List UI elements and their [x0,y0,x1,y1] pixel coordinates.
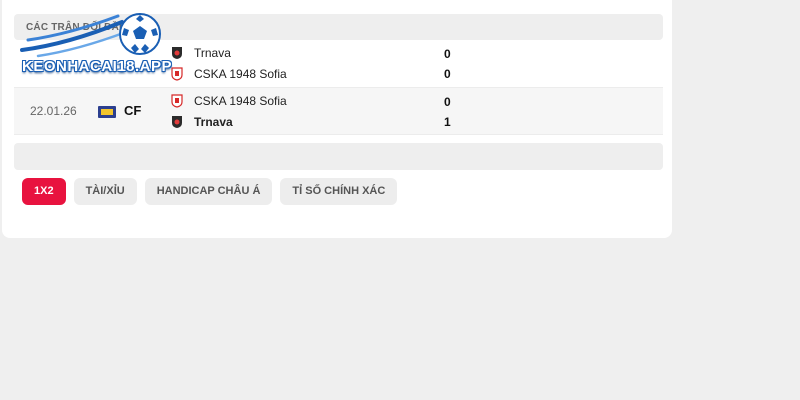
soccer-ball-icon [119,13,161,55]
trnava-crest-icon [172,116,182,128]
cska-crest-icon [171,67,183,81]
empty-section-bar [14,143,663,170]
home-team: CSKA 1948 Sofia [170,91,287,111]
home-team: Trnava [170,43,231,63]
competition-code: CF [124,103,142,118]
team-name: CSKA 1948 Sofia [194,67,287,81]
team-name: Trnava [194,115,233,129]
site-logo: KEONHACAI18.APP [18,10,172,80]
cska-crest-icon [171,94,183,108]
tab-correct-score[interactable]: TỈ SỐ CHÍNH XÁC [280,178,398,205]
away-team: CSKA 1948 Sofia [170,64,287,84]
odds-tabs: 1X2 TÀI/XỈU HANDICAP CHÂU Á TỈ SỐ CHÍNH … [22,178,398,205]
team-name: CSKA 1948 Sofia [194,94,287,108]
away-score: 1 [444,115,451,129]
away-score: 0 [444,67,451,81]
tab-asian-handicap[interactable]: HANDICAP CHÂU Á [144,178,273,205]
home-score: 0 [444,95,451,109]
tab-1x2[interactable]: 1X2 [22,178,66,205]
team-name: Trnava [194,46,231,60]
match-date: 22.01.26 [30,104,77,118]
match-row[interactable]: 22.01.26 CF CSKA 1948 Sofia 0 Trnava 1 [14,88,663,135]
trnava-crest-icon [172,47,182,59]
away-team: Trnava [170,112,233,132]
competition-flag-icon [98,106,116,118]
tab-over-under[interactable]: TÀI/XỈU [73,178,137,205]
home-score: 0 [444,47,451,61]
logo-text: KEONHACAI18.APP [22,58,173,75]
